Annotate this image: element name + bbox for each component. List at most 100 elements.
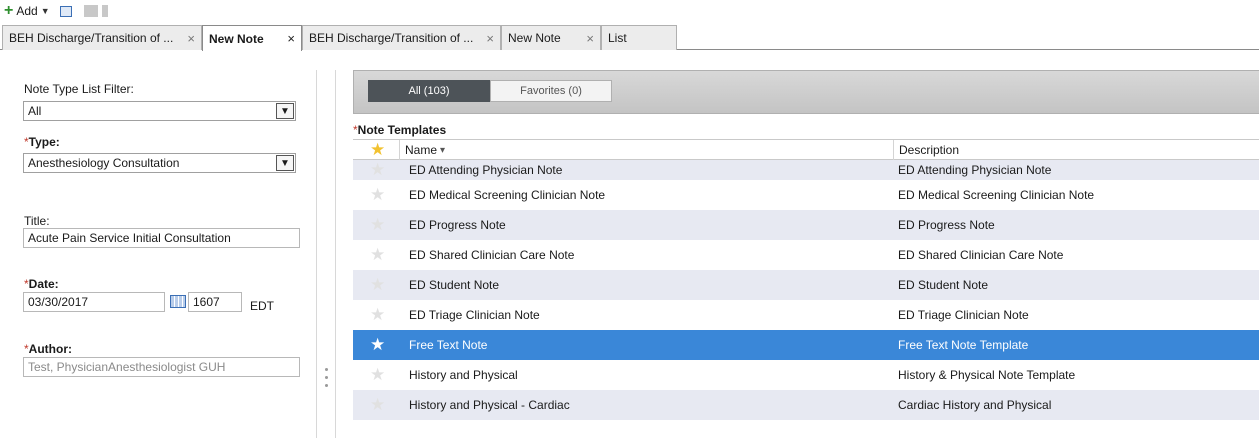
table-row[interactable]: ★ ED Shared Clinician Care Note ED Shared … [353,240,1259,270]
type-label-text: Type: [28,135,60,149]
column-header-description[interactable]: Description [893,140,1259,160]
template-name-cell: ED Student Note [409,278,500,292]
tab-label: BEH Discharge/Transition of ... [9,31,174,45]
star-icon[interactable]: ★ [370,141,385,159]
column-name-label: Name [405,143,438,157]
title-value: Acute Pain Service Initial Consultation [28,231,231,245]
author-label-text: Author: [28,342,72,356]
table-row[interactable]: ★ ED Attending Physician Note ED Attending… [353,160,1259,180]
template-description-cell: ED Triage Clinician Note [898,308,1029,322]
template-description-cell: History & Physical Note Template [898,368,1076,382]
chevron-down-icon: ▼ [40,6,50,16]
table-row[interactable]: ★ ED Progress Note ED Progress Note [353,210,1259,240]
filter-strip: All (103) Favorites (0) [353,70,1259,114]
type-value: Anesthesiology Consultation [28,156,180,170]
template-name-cell: ED Medical Screening Clinician Note [409,188,606,202]
note-type-filter-value: All [28,104,42,118]
author-value: Test, PhysicianAnesthesiologist GUH [28,360,226,374]
template-description-cell: ED Attending Physician Note [898,163,1052,177]
template-description-cell: ED Student Note [898,278,989,292]
author-input[interactable]: Test, PhysicianAnesthesiologist GUH [23,357,300,377]
disabled-toolbar-icon [101,5,108,17]
note-templates-title: *Note Templates [353,123,446,137]
table-row[interactable]: ★ Free Text Note Free Text Note Template [353,330,1259,360]
note-templates-title-text: Note Templates [357,123,447,137]
tab-beh-discharge-2[interactable]: BEH Discharge/Transition of ... × [302,25,501,50]
template-name-cell: ED Progress Note [409,218,506,232]
chevron-down-icon[interactable]: ▼ [276,155,294,171]
date-label: *Date: [24,277,59,291]
note-type-filter-select[interactable]: All ▼ [23,101,296,121]
calendar-icon[interactable] [170,295,186,308]
table-row[interactable]: ★ ED Student Note ED Student Note [353,270,1259,300]
filter-favorites-button[interactable]: Favorites (0) [490,80,612,102]
title-input[interactable]: Acute Pain Service Initial Consultation [23,228,300,248]
grip-dot [325,368,328,371]
sort-down-icon: ▾ [440,144,446,156]
date-input[interactable]: 03/30/2017 [23,292,165,312]
timezone-label: EDT [250,299,274,313]
template-description-cell: ED Shared Clinician Care Note [898,248,1064,262]
template-description-cell: Free Text Note Template [898,338,1029,352]
document-icon[interactable] [59,5,72,17]
star-icon[interactable]: ★ [370,186,385,203]
column-description-label: Description [899,143,960,157]
close-icon[interactable]: × [486,31,494,46]
template-name-cell: ED Shared Clinician Care Note [409,248,575,262]
add-button[interactable]: + Add ▼ [4,3,50,19]
star-icon[interactable]: ★ [370,276,385,293]
column-header-name[interactable]: Name ▾ [399,140,893,160]
note-type-filter-label: Note Type List Filter: [24,82,134,96]
template-description-cell: ED Progress Note [898,218,995,232]
star-icon[interactable]: ★ [370,306,385,323]
disabled-toolbar-icon [83,5,98,17]
date-value: 03/30/2017 [28,295,89,309]
time-input[interactable]: 1607 [188,292,242,312]
template-description-cell: Cardiac History and Physical [898,398,1052,412]
tab-list[interactable]: List [601,25,677,50]
panel-splitter[interactable] [316,70,336,438]
tab-new-note[interactable]: New Note × [501,25,601,50]
grip-dot [325,376,328,379]
tab-label: BEH Discharge/Transition of ... [309,31,474,45]
star-icon[interactable]: ★ [370,216,385,233]
chevron-down-icon[interactable]: ▼ [276,103,294,119]
template-description-cell: ED Medical Screening Clinician Note [898,188,1095,202]
tab-beh-discharge-1[interactable]: BEH Discharge/Transition of ... × [2,25,202,50]
table-row[interactable]: ★ History and Physical History & Physical … [353,360,1259,390]
template-name-cell: ED Attending Physician Note [409,163,563,177]
star-icon[interactable]: ★ [370,246,385,263]
templates-panel: All (103) Favorites (0) *Note Templates … [353,70,1259,438]
type-select[interactable]: Anesthesiology Consultation ▼ [23,153,296,173]
grid-body: ★ ED Attending Physician Note ED Attending… [353,160,1259,420]
filter-all-button[interactable]: All (103) [368,80,490,102]
grip-dot [325,384,328,387]
template-name-cell: History and Physical - Cardiac [409,398,570,412]
table-row[interactable]: ★ ED Medical Screening Clinician Note ED M… [353,180,1259,210]
tab-bar: BEH Discharge/Transition of ... × New No… [0,22,1259,51]
grid-header: ★ Name ▾ Description [353,139,1259,160]
tab-new-note-active[interactable]: New Note × [202,25,302,51]
tab-label: List [608,31,627,45]
title-label: Title: [24,214,50,228]
tab-label: New Note [508,31,561,45]
date-label-text: Date: [28,277,59,291]
toolbar: + Add ▼ [0,0,1259,22]
star-icon[interactable]: ★ [370,396,385,413]
star-icon[interactable]: ★ [370,366,385,383]
table-row[interactable]: ★ ED Triage Clinician Note ED Triage Clini… [353,300,1259,330]
time-value: 1607 [193,295,220,309]
close-icon[interactable]: × [287,31,295,46]
table-row[interactable]: ★ History and Physical - Cardiac Cardiac H… [353,390,1259,420]
star-icon[interactable]: ★ [370,336,385,353]
star-icon[interactable]: ★ [370,161,385,178]
tab-label: New Note [209,31,264,46]
note-form-panel: Note Type List Filter: All ▼ *Type: Anes… [0,51,316,438]
close-icon[interactable]: × [187,31,195,46]
type-label: *Type: [24,135,60,149]
template-name-cell: ED Triage Clinician Note [409,308,540,322]
template-name-cell: Free Text Note [409,338,488,352]
templates-grid: ★ Name ▾ Description ★ ED Attending Physi… [353,139,1259,420]
template-name-cell: History and Physical [409,368,518,382]
close-icon[interactable]: × [586,31,594,46]
